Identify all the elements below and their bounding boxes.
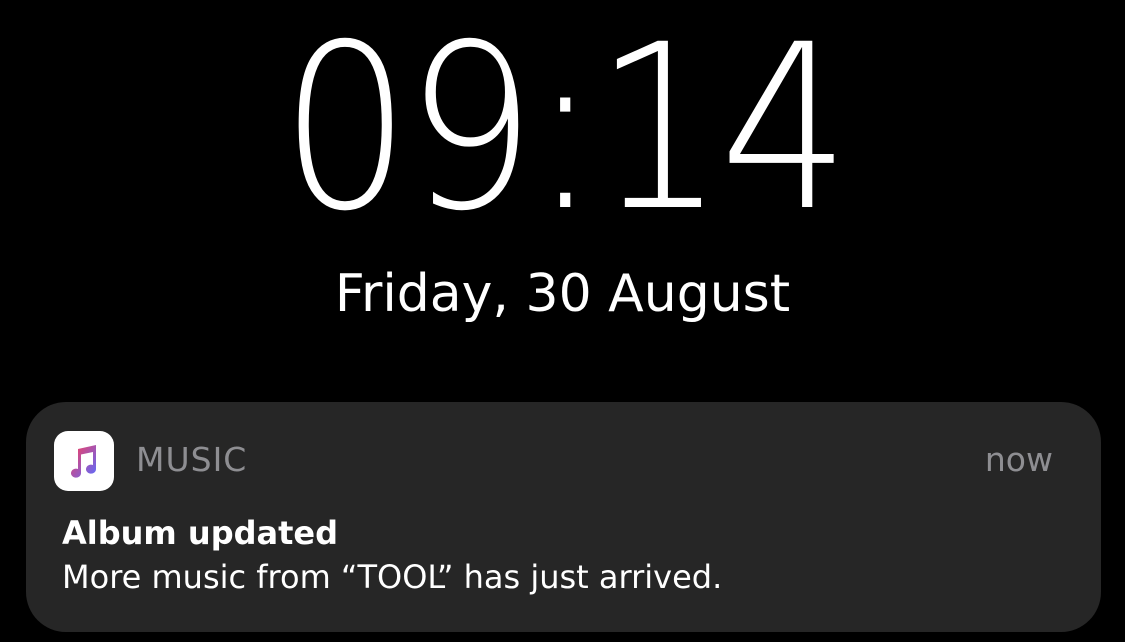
lockscreen-clock: 09:14 <box>280 0 850 261</box>
notification-timestamp: now <box>984 440 1053 479</box>
lockscreen-date: Friday, 30 August <box>334 264 791 324</box>
notification-app-name: MUSIC <box>136 440 248 479</box>
music-note-icon <box>71 445 97 478</box>
notification-title: Album updated <box>62 514 338 552</box>
notification-body: More music from “TOOL” has just arrived. <box>62 558 723 596</box>
music-app-icon <box>54 431 114 491</box>
notification-card[interactable]: MUSIC now Album updated More music from … <box>26 402 1101 632</box>
